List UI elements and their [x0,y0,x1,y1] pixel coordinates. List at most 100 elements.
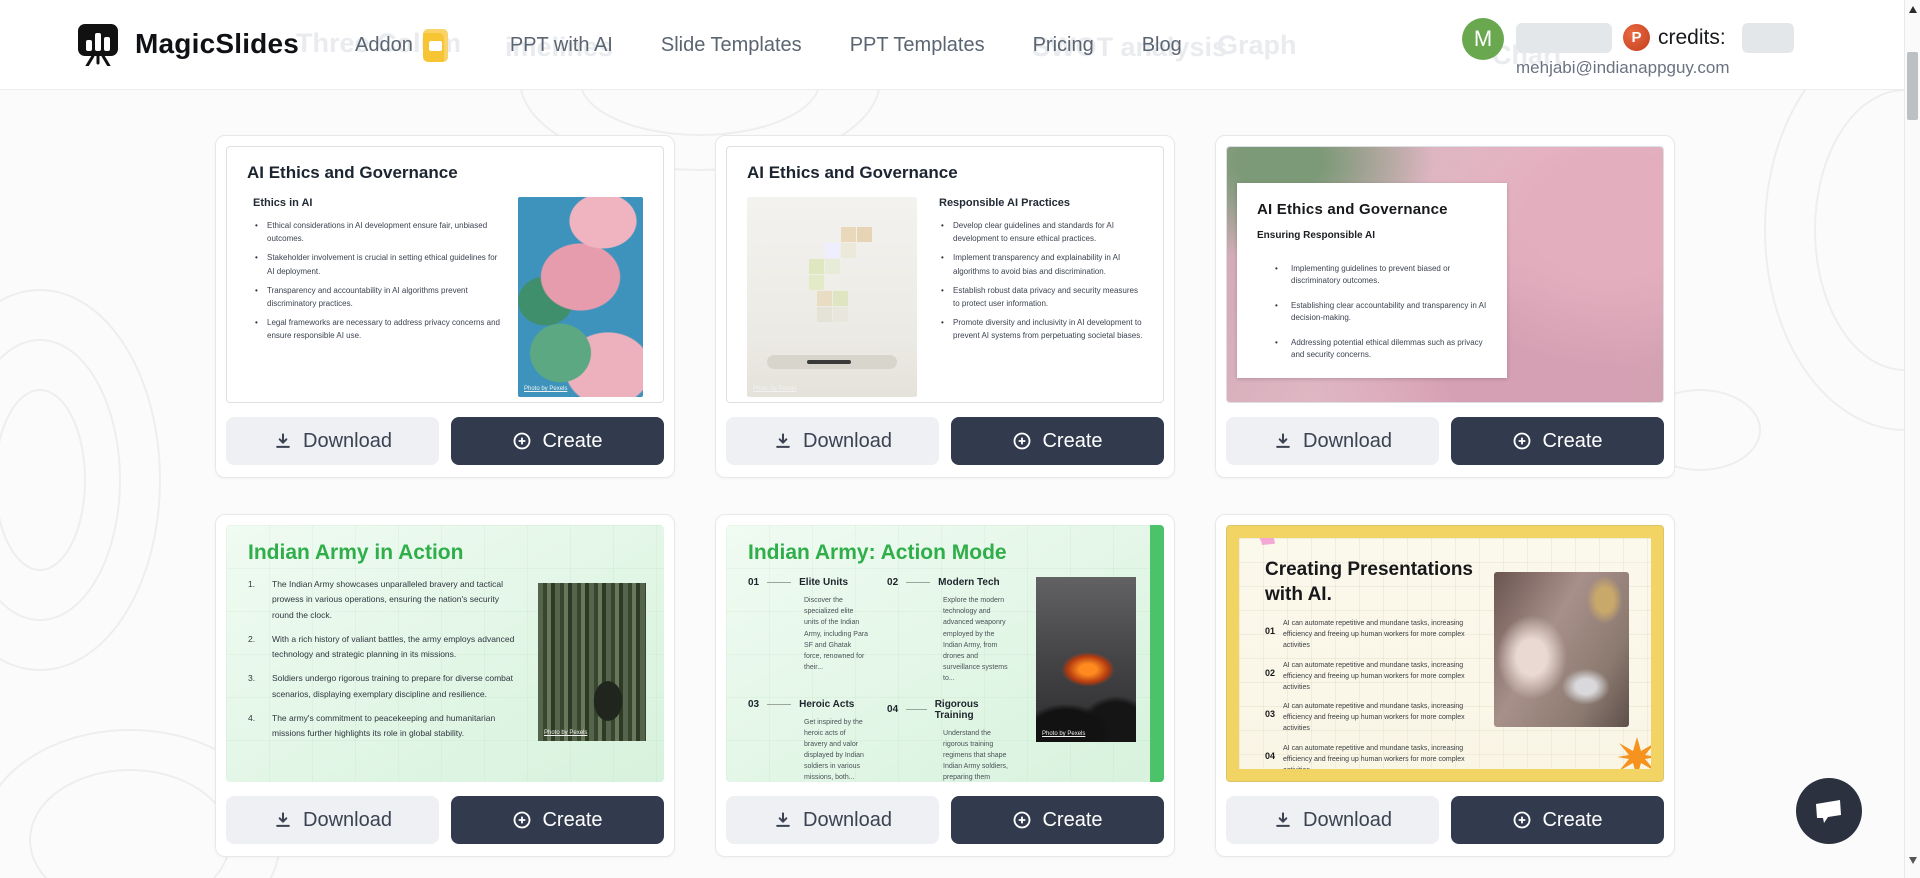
list-number: 01 [1265,626,1276,637]
download-button[interactable]: Download [1226,417,1439,465]
download-button[interactable]: Download [1226,796,1439,844]
create-label: Create [1042,808,1103,831]
section-number: 01 [748,577,760,588]
download-label: Download [803,808,892,831]
create-button[interactable]: Create [451,417,664,465]
slide-bullet: Transparency and accountability in AI al… [253,284,502,310]
template-card: Indian Army: Action Mode 01 Elite Units D… [715,514,1175,857]
download-label: Download [803,429,892,452]
section-name: Heroic Acts [799,698,855,710]
nav-slide-templates[interactable]: Slide Templates [661,34,802,57]
slide-title: AI Ethics and Governance [1257,201,1448,218]
list-number: 02 [1265,667,1276,678]
plus-circle-icon [1514,811,1531,829]
template-card: Indian Army in Action 1. The Indian Army … [215,514,675,857]
nav-addon[interactable]: Addon [355,28,448,62]
create-label: Create [1042,429,1103,452]
slide-bullet: Implement transparency and explainabilit… [939,251,1143,277]
slide-bullet: Ethical considerations in AI development… [253,219,502,245]
slide-title: AI Ethics and Governance [747,163,958,182]
download-button[interactable]: Download [726,417,939,465]
scroll-down-arrow[interactable] [1909,857,1917,864]
photo-credit: Photo by Pexels [544,730,588,736]
download-label: Download [1303,429,1392,452]
slide-preview[interactable]: Indian Army in Action 1. The Indian Army … [226,525,664,782]
download-label: Download [303,429,392,452]
list-text: The Indian Army showcases unparalleled b… [272,579,504,620]
slide-heading: Ensuring Responsible AI [1257,230,1375,241]
create-label: Create [542,429,603,452]
create-button[interactable]: Create [951,796,1164,844]
scrollbar-thumb[interactable] [1907,52,1918,120]
download-icon [1276,433,1290,448]
download-icon [1276,812,1290,827]
nav-pricing[interactable]: Pricing [1033,34,1094,57]
list-text: AI can automate repetitive and mundane t… [1283,744,1465,769]
section-number: 02 [887,577,899,588]
slide-heading: Ethics in AI [253,197,313,209]
slide-preview[interactable]: AI Ethics and Governance Ethics in AI Et… [226,146,664,403]
list-number: 3. [248,673,256,684]
slide-bullet: Establishing clear accountability and tr… [1275,300,1487,324]
create-button[interactable]: Create [1451,417,1664,465]
slide-title: Creating Presentations with AI. [1265,559,1473,605]
list-text: With a rich history of valiant battles, … [272,633,515,660]
create-button[interactable]: Create [451,796,664,844]
create-button[interactable]: Create [1451,796,1664,844]
section-name: Modern Tech [938,577,1000,588]
list-text: AI can automate repetitive and mundane t… [1283,703,1465,733]
section-text: Get inspired by the heroic acts of brave… [804,718,864,782]
download-icon [776,433,790,448]
download-button[interactable]: Download [726,796,939,844]
slide-heading: Responsible AI Practices [939,197,1071,209]
section-number: 04 [887,704,899,715]
section-name: Elite Units [799,577,849,588]
slide-photo-abstract-blobs: Photo by Pexels [518,197,643,397]
google-slides-icon [422,28,448,62]
slide-bullet: Legal frameworks are necessary to addres… [253,316,502,342]
create-label: Create [542,808,603,831]
photo-credit: Photo by Pexels [1042,731,1086,737]
chat-widget-button[interactable] [1796,778,1862,844]
list-number: 1. [248,579,256,589]
main-nav: Addon PPT with AI Slide Templates PPT Te… [355,0,1182,90]
slide-bullet: Stakeholder involvement is crucial in se… [253,251,502,277]
download-icon [276,812,290,827]
plus-circle-icon [1014,811,1031,829]
slide-accent-strip [1150,525,1164,782]
list-number: 4. [248,713,256,724]
brand-logo[interactable]: MagicSlides [75,22,299,66]
top-navigation-bar: Three Colum imelines SWOT analysis Graph… [0,0,1904,90]
slide-photo-pastel-blocks: Photo by Pexels [747,197,917,397]
slide-title: Indian Army: Action Mode [748,541,1007,564]
list-number: 2. [248,633,256,644]
create-button[interactable]: Create [951,417,1164,465]
create-label: Create [1542,808,1603,831]
slide-preview[interactable]: Creating Presentations with AI. 01 AI can… [1226,525,1664,782]
section-text: Discover the specialized elite units of … [804,597,869,672]
template-card: AI Ethics and Governance Photo by Pexels… [715,135,1175,478]
plus-circle-icon [514,811,531,829]
slide-bullet-list: Implementing guidelines to prevent biase… [1257,263,1487,361]
download-button[interactable]: Download [226,796,439,844]
list-text: The army's commitment to peacekeeping an… [272,713,496,739]
slide-title: AI Ethics and Governance [247,163,458,182]
slide-bullet: Establish robust data privacy and securi… [939,284,1143,310]
list-text: Soldiers undergo rigorous training to pr… [272,673,513,699]
section-number: 03 [748,698,760,710]
create-label: Create [1542,429,1603,452]
slide-preview[interactable]: AI Ethics and Governance Ensuring Respon… [1226,146,1664,403]
slide-preview[interactable]: AI Ethics and Governance Photo by Pexels… [726,146,1164,403]
user-avatar[interactable]: M [1462,18,1504,60]
download-button[interactable]: Download [226,417,439,465]
slide-preview[interactable]: Indian Army: Action Mode 01 Elite Units D… [726,525,1164,782]
nav-blog[interactable]: Blog [1142,34,1182,57]
scroll-up-arrow[interactable] [1909,6,1917,13]
vertical-scrollbar[interactable] [1904,0,1920,878]
list-text: AI can automate repetitive and mundane t… [1283,620,1465,650]
background-watermark: Graph [1217,30,1297,60]
nav-ppt-with-ai[interactable]: PPT with AI [510,34,613,57]
plus-circle-icon [1514,432,1531,450]
nav-ppt-templates[interactable]: PPT Templates [850,34,985,57]
template-grid: AI Ethics and Governance Ethics in AI Et… [215,135,1675,857]
